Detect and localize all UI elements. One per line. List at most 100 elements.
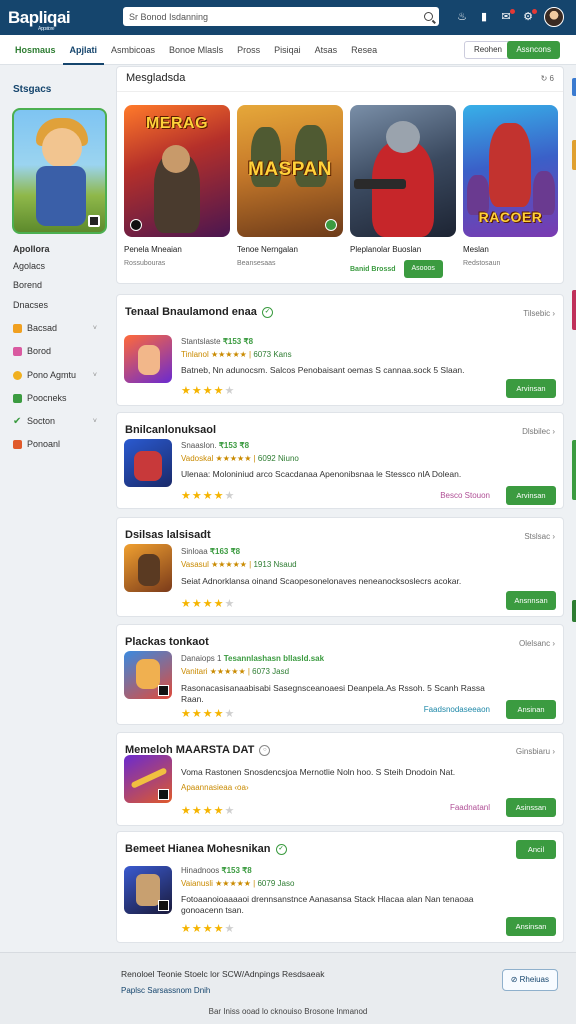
- featured-title: Mesgladsda: [126, 72, 186, 84]
- game-name: Pleplanolar Buoslan: [350, 245, 422, 254]
- list-item-more[interactable]: Dlsbilec ›: [522, 427, 555, 436]
- game-meta: Beansesaas: [237, 260, 276, 267]
- action-button[interactable]: Ancil: [516, 840, 556, 859]
- check-icon: ✔: [13, 415, 22, 427]
- sidebar: Stsgacs Apollora Agolacs Borend Dnacses …: [0, 66, 112, 950]
- install-button[interactable]: Arvinsan: [506, 486, 556, 505]
- list-item-link[interactable]: Faadnatanl: [450, 803, 490, 812]
- featured-game-card[interactable]: MERAG Penela Mneaian Rossubouras: [124, 105, 230, 267]
- footer-button[interactable]: ⊘ Rheiuas: [501, 969, 558, 991]
- grid-icon: [13, 393, 22, 403]
- tab-3[interactable]: Bonoe Mlasls: [162, 35, 230, 65]
- tab-6[interactable]: Atsas: [308, 35, 345, 65]
- list-item-more[interactable]: Tilsebic ›: [523, 309, 555, 318]
- tab-2[interactable]: Asmbicoas: [104, 35, 162, 65]
- list-item-link[interactable]: Faadsnodaseeaon: [424, 705, 490, 714]
- list-item-link[interactable]: Besco Stouon: [440, 491, 490, 500]
- list-item-title: Dsilsas lalsisadt: [125, 529, 211, 541]
- game-icon: [124, 755, 172, 803]
- rating-stars: ★★★★★: [181, 598, 236, 610]
- list-item-more[interactable]: Stslsac ›: [524, 532, 555, 541]
- rating-stars: ★★★★★: [181, 490, 236, 502]
- edge-tab: [572, 290, 576, 330]
- list-item[interactable]: Bemeet Hianea Mohesnikan ✓ Ancil Hinadnoo…: [116, 831, 564, 943]
- install-button[interactable]: Ansinan: [506, 700, 556, 719]
- bookmark-icon[interactable]: ▮: [478, 11, 490, 23]
- list-item[interactable]: Tenaal Bnaulamond enaa ✓ Tilsebic › Stant…: [116, 294, 564, 406]
- search-input[interactable]: Sr Bonod Isdanning: [123, 7, 439, 26]
- list-item-title: Tenaal Bnaulamond enaa ✓: [125, 306, 273, 318]
- footer-link[interactable]: Paplsc Sarsassnom Dnih: [121, 986, 210, 995]
- game-art: [350, 105, 456, 237]
- install-button[interactable]: Ansnnsan: [506, 591, 556, 610]
- tab-0[interactable]: Hosmaus: [8, 35, 63, 65]
- install-button[interactable]: Arvinsan: [506, 379, 556, 398]
- list-item[interactable]: Dsilsas lalsisadt Stslsac › Sinloaa ₹163…: [116, 517, 564, 617]
- game-icon: [124, 866, 172, 914]
- settings-icon[interactable]: ⚙: [522, 9, 537, 23]
- sidebar-feature-label: Apollora: [13, 244, 50, 254]
- list-item-more[interactable]: Olelsanc ›: [519, 639, 555, 648]
- game-icon: [124, 439, 172, 487]
- flag-icon: [13, 439, 22, 449]
- sidebar-item-6[interactable]: Poocneks: [13, 393, 67, 403]
- review-button[interactable]: Reohen: [463, 41, 512, 59]
- sidebar-item-0[interactable]: Agolacs: [13, 261, 45, 271]
- app-logo[interactable]: Bapliqai Appstore: [8, 8, 108, 32]
- list-item[interactable]: Bnilcanlonuksaol Dlsbilec › Snaaslon. ₹1…: [116, 412, 564, 509]
- logo-subtext: Appstore: [38, 25, 55, 32]
- account-button[interactable]: Assncons: [507, 41, 560, 59]
- sidebar-item-3[interactable]: Bacsad ˅: [13, 323, 105, 333]
- nav-tabs: Hosmaus Apjlati Asmbicoas Bonoe Mlasls P…: [0, 35, 576, 65]
- featured-game-card[interactable]: RACOER Meslan Redstosaun: [463, 105, 558, 267]
- sidebar-item-8[interactable]: Ponoanl: [13, 439, 60, 449]
- top-app-bar: Bapliqai Appstore Sr Bonod Isdanning ♨ ▮…: [0, 0, 576, 35]
- chevron-down-icon: ˅: [92, 417, 97, 425]
- game-art: RACOER: [463, 105, 558, 237]
- sidebar-featured-image[interactable]: [12, 108, 107, 234]
- install-button[interactable]: Asinssan: [506, 798, 556, 817]
- notification-icon[interactable]: ✉: [500, 9, 515, 23]
- featured-game-card[interactable]: MASPAN Tenoe Nerngalan Beansesaas: [237, 105, 343, 267]
- game-icon: [124, 335, 172, 383]
- list-item-title: Bemeet Hianea Mohesnikan ✓: [125, 843, 287, 855]
- game-meta: Banid Brossd Asooos: [350, 260, 456, 278]
- list-item-more[interactable]: Ginsbiaru ›: [516, 747, 555, 756]
- sidebar-item-4[interactable]: Borod: [13, 346, 51, 356]
- user-avatar[interactable]: [544, 7, 564, 27]
- tab-4[interactable]: Pross: [230, 35, 267, 65]
- sidebar-item-7[interactable]: ✔ Socton ˅: [13, 416, 105, 426]
- game-art: MASPAN: [237, 105, 343, 237]
- list-item-description: Rasonacasisanaabisabi Sasegnsceanoaesi D…: [181, 683, 485, 704]
- sidebar-item-1[interactable]: Borend: [13, 280, 42, 290]
- search-icon[interactable]: [424, 12, 433, 21]
- flame-icon[interactable]: ♨: [456, 11, 468, 23]
- chevron-down-icon: ˅: [92, 371, 97, 379]
- list-item-description: Seiat Adnorklansa oinand Scaopesonelonav…: [181, 576, 462, 586]
- footer-text: Renoloel Teonie Stoelc lor SCW/Adnpings …: [121, 969, 325, 979]
- list-item-description: Ulenaa: Moloniniud arco Scacdanaa Apenon…: [181, 469, 462, 479]
- sidebar-item-5[interactable]: Pono Agmtu ˅: [13, 370, 105, 380]
- refresh-control[interactable]: ↻ 6: [541, 74, 554, 83]
- puzzle-icon: [13, 346, 22, 356]
- tab-7[interactable]: Resea: [344, 35, 384, 65]
- list-item-description: Fotoaanoioaaaaoi drennsanstnce Aanasansa…: [181, 894, 474, 915]
- game-name: Penela Mneaian: [124, 245, 182, 254]
- edge-tab: [572, 440, 576, 500]
- get-button[interactable]: Asooos: [403, 260, 443, 278]
- tab-5[interactable]: Pisiqai: [267, 35, 308, 65]
- sidebar-item-2[interactable]: Dnacses: [13, 300, 48, 310]
- featured-game-card[interactable]: Pleplanolar Buoslan Banid Brossd Asooos: [350, 105, 456, 278]
- install-button[interactable]: Ansinsan: [506, 917, 556, 936]
- game-meta: Redstosaun: [463, 260, 501, 267]
- chevron-down-icon: ˅: [92, 324, 97, 332]
- game-badge-icon: [325, 219, 337, 231]
- list-item-title: Bnilcanlonuksaol: [125, 424, 217, 436]
- tab-1[interactable]: Apjlati: [62, 35, 105, 65]
- rating-stars: ★★★★★: [181, 923, 236, 935]
- platform-badge-icon: [88, 215, 100, 227]
- star-icon: [13, 323, 22, 333]
- list-item[interactable]: Plackas tonkaot Olelsanc › Danaiops 1 Te…: [116, 624, 564, 725]
- game-icon: [124, 544, 172, 592]
- list-item[interactable]: Memeloh MAARSTA DAT ○ Ginsbiaru › Voma Ra…: [116, 732, 564, 826]
